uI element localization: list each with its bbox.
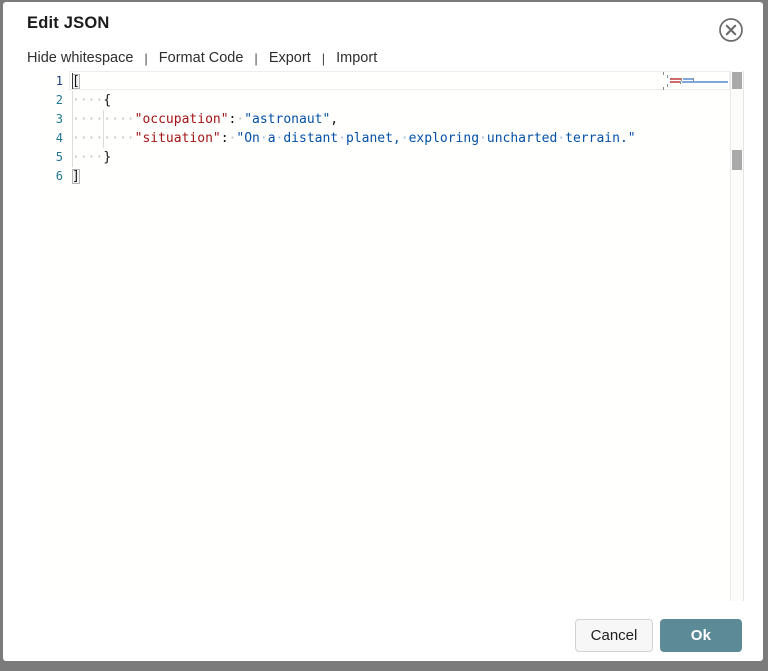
- code-line[interactable]: ····{: [72, 91, 663, 110]
- toolbar-item-import[interactable]: Import: [336, 50, 377, 66]
- code-line[interactable]: ]: [72, 167, 663, 186]
- line-number: 5: [55, 150, 63, 164]
- close-button[interactable]: [715, 14, 747, 46]
- cancel-button[interactable]: Cancel: [575, 619, 653, 652]
- indent-guide: [72, 148, 73, 167]
- indent-guide: [103, 110, 105, 129]
- toolbar-item-format-code[interactable]: Format Code: [159, 50, 244, 66]
- code-line[interactable]: ········"situation":·"On·a·distant·plane…: [72, 129, 663, 148]
- editor-margin: 1 2 3 4 5 6: [36, 72, 72, 186]
- toolbar-separator: |: [254, 50, 258, 66]
- ok-button[interactable]: Ok: [660, 619, 742, 652]
- scrollbar-thumb[interactable]: [732, 150, 742, 170]
- line-number: 4: [55, 131, 63, 145]
- minimap[interactable]: [663, 71, 730, 601]
- minimap-mark: [682, 78, 693, 80]
- scrollbar-thumb-top[interactable]: [732, 72, 742, 89]
- minimap-mark: [681, 81, 728, 83]
- minimap-mark: [670, 81, 681, 83]
- line-number: 6: [55, 169, 63, 183]
- code-line[interactable]: ····}: [72, 148, 663, 167]
- code-line[interactable]: [: [72, 72, 663, 91]
- indent-guide: [72, 129, 73, 148]
- indent-guide: [72, 91, 73, 110]
- indent-guide: [72, 110, 73, 129]
- minimap-mark: [663, 87, 664, 90]
- code-line[interactable]: ········"occupation":·"astronaut",: [72, 110, 663, 129]
- indent-guide: [103, 129, 105, 148]
- line-number: 3: [55, 112, 63, 126]
- editor-scrollbar[interactable]: [730, 71, 744, 601]
- minimap-mark: [666, 84, 668, 87]
- window-frame: Edit JSON Hide whitespace | Format Code …: [0, 0, 768, 671]
- minimap-mark: [666, 75, 668, 78]
- toolbar-item-export[interactable]: Export: [269, 50, 311, 66]
- minimap-mark: [670, 78, 681, 80]
- minimap-mark: [663, 72, 664, 75]
- close-icon: [719, 18, 743, 42]
- edit-json-dialog: Edit JSON Hide whitespace | Format Code …: [3, 2, 763, 661]
- toolbar-separator: |: [144, 50, 148, 66]
- text-cursor: [72, 73, 73, 89]
- json-editor[interactable]: 1 2 3 4 5 6 [····{········"occupation":·"astr…: [36, 71, 744, 601]
- minimap-marks: [663, 71, 730, 601]
- line-number: 2: [55, 93, 63, 107]
- toolbar-item-hide-whitespace[interactable]: Hide whitespace: [27, 50, 133, 66]
- toolbar-separator: |: [321, 50, 326, 66]
- dialog-title: Edit JSON: [27, 14, 110, 32]
- line-number: 1: [55, 74, 63, 88]
- editor-code[interactable]: [····{········"occupation":·"astronaut",…: [72, 72, 663, 186]
- toolbar: Hide whitespace | Format Code | Export |…: [27, 50, 377, 66]
